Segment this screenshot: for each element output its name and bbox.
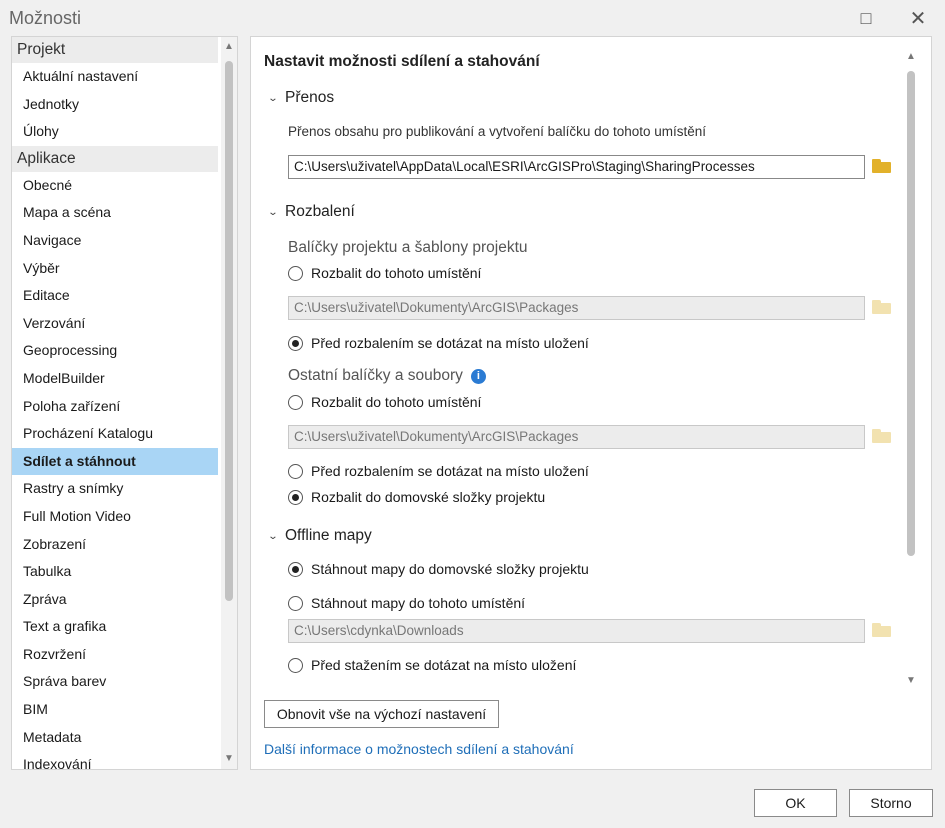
radio-button[interactable] [288,265,303,281]
ok-button[interactable]: OK [754,789,837,817]
nav-item[interactable]: Mapa a scéna [12,199,218,227]
nav-item[interactable]: Výběr [12,255,218,283]
radio-button[interactable] [288,561,303,577]
nav-item[interactable]: Full Motion Video [12,503,218,531]
nav-item[interactable]: Geoprocessing [12,337,218,365]
radio-button[interactable] [288,463,303,479]
nav-item[interactable]: Obecné [12,172,218,200]
nav-item[interactable]: Úlohy [12,118,218,146]
nav-item[interactable]: Procházení Katalogu [12,420,218,448]
nav-item[interactable]: Rastry a snímky [12,475,218,503]
section-transfer[interactable]: ⌄ Přenos [267,89,335,107]
nav-item[interactable]: ModelBuilder [12,365,218,393]
nav-item[interactable]: Zpráva [12,586,218,614]
radio-other-unpack-here[interactable]: Rozbalit do tohoto umístění [288,394,481,410]
scroll-up-icon[interactable]: ▲ [903,49,919,65]
nav-item[interactable]: Indexování [12,751,218,769]
nav-item[interactable]: Poloha zařízení [12,393,218,421]
nav-item[interactable]: Tabulka [12,558,218,586]
other-packages-path-field[interactable]: C:\Users\uživatel\Dokumenty\ArcGIS\Packa… [288,425,865,449]
nav-group-header: Projekt [12,37,218,63]
window-title: Možnosti [9,8,82,28]
nav-item[interactable]: Text a grafika [12,613,218,641]
maximize-icon[interactable]: □ [850,3,882,33]
nav-item[interactable]: Sdílet a stáhnout [12,447,218,476]
nav-item[interactable]: Aktuální nastavení [12,63,218,91]
radio-offline-here[interactable]: Stáhnout mapy do tohoto umístění [288,595,525,611]
radio-other-ask[interactable]: Před rozbalením se dotázat na místo ulož… [288,463,589,479]
project-packages-label: Balíčky projektu a šablony projektu [288,239,528,256]
radio-offline-home[interactable]: Stáhnout mapy do domovské složky projekt… [288,561,589,577]
nav-item[interactable]: Editace [12,282,218,310]
radio-button[interactable] [288,595,303,611]
radio-project-unpack-here[interactable]: Rozbalit do tohoto umístění [288,265,481,281]
offline-path-field[interactable]: C:\Users\cdynka\Downloads [288,619,865,643]
nav-item[interactable]: Zobrazení [12,531,218,559]
section-title: Rozbalení [285,203,355,220]
folder-icon[interactable] [872,300,892,316]
chevron-down-icon: ⌄ [267,206,279,218]
nav-item[interactable]: Jednotky [12,91,218,119]
more-info-link[interactable]: Další informace o možnostech sdílení a s… [264,741,574,757]
options-navigation: Projekt Aktuální nastavení Jednotky Úlohy Ap… [11,36,238,770]
close-icon[interactable]: ✕ [902,3,934,33]
radio-offline-ask[interactable]: Před stažením se dotázat na místo uložen… [288,657,576,673]
title-bar: Možnosti □ ✕ [0,0,945,36]
chevron-down-icon: ⌄ [267,530,279,542]
nav-item[interactable]: BIM [12,696,218,724]
settings-content: Nastavit možnosti sdílení a stahování ⌄ … [251,37,901,687]
nav-item[interactable]: Rozvržení [12,641,218,669]
nav-scrollbar[interactable]: ▲ ▼ [221,37,237,769]
info-icon[interactable]: i [470,368,486,384]
section-offline-maps[interactable]: ⌄ Offline mapy [267,527,372,545]
scroll-thumb[interactable] [225,61,233,601]
radio-button[interactable] [288,335,303,351]
radio-button[interactable] [288,657,303,673]
nav-list: Projekt Aktuální nastavení Jednotky Úlohy Ap… [12,37,218,769]
folder-icon[interactable] [872,623,892,639]
scroll-down-icon[interactable]: ▼ [221,751,237,767]
section-title: Offline mapy [285,527,372,544]
section-title: Přenos [285,89,335,106]
nav-item[interactable]: Navigace [12,227,218,255]
scroll-thumb[interactable] [907,71,915,556]
folder-icon[interactable] [872,429,892,445]
project-packages-path-field[interactable]: C:\Users\uživatel\Dokumenty\ArcGIS\Packa… [288,296,865,320]
panel-heading: Nastavit možnosti sdílení a stahování [264,53,540,70]
panel-scrollbar[interactable]: ▲ ▼ [903,49,919,689]
reset-defaults-button[interactable]: Obnovit vše na výchozí nastavení [264,700,499,728]
settings-panel: Nastavit možnosti sdílení a stahování ⌄ … [250,36,932,770]
radio-other-home[interactable]: Rozbalit do domovské složky projektu [288,489,545,505]
scroll-down-icon[interactable]: ▼ [903,673,919,689]
section-unpack[interactable]: ⌄ Rozbalení [267,203,355,221]
radio-button[interactable] [288,394,303,410]
nav-item[interactable]: Správa barev [12,668,218,696]
folder-icon[interactable] [872,159,892,175]
nav-group-header: Aplikace [12,145,218,172]
radio-project-ask[interactable]: Před rozbalením se dotázat na místo ulož… [288,335,589,351]
transfer-path-field[interactable]: C:\Users\uživatel\AppData\Local\ESRI\Arc… [288,155,865,179]
other-packages-label: Ostatní balíčky a soubory i [288,367,486,385]
radio-button[interactable] [288,489,303,505]
transfer-description: Přenos obsahu pro publikování a vytvořen… [288,124,707,139]
nav-item[interactable]: Verzování [12,310,218,338]
nav-item[interactable]: Metadata [12,724,218,752]
scroll-up-icon[interactable]: ▲ [221,39,237,55]
chevron-down-icon: ⌄ [267,92,279,104]
cancel-button[interactable]: Storno [849,789,933,817]
